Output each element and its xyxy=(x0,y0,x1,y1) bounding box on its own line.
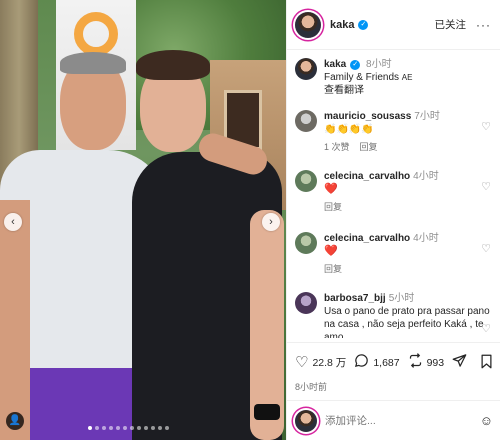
comment-count: 1,687 xyxy=(373,356,400,369)
author-username[interactable]: kaka xyxy=(330,19,354,31)
share-icon[interactable] xyxy=(452,353,467,372)
post-date: 8小时前 xyxy=(295,382,328,392)
carousel-dot[interactable] xyxy=(130,426,134,430)
carousel-dot[interactable] xyxy=(116,426,120,430)
add-comment-bar: ☺ xyxy=(287,400,500,440)
more-options-icon[interactable]: ··· xyxy=(476,18,491,32)
caption-username[interactable]: kaka xyxy=(324,59,346,70)
bookmark-icon[interactable] xyxy=(480,354,493,372)
comment-like-heart-icon[interactable]: ♡ xyxy=(481,322,491,335)
caption-flag: AE xyxy=(401,73,413,82)
heart-icon[interactable]: ♡ xyxy=(295,354,308,371)
carousel-dot[interactable] xyxy=(109,426,113,430)
like-count: 22.8 万 xyxy=(312,357,347,369)
comment-like-heart-icon[interactable]: ♡ xyxy=(481,242,491,255)
comment-likes[interactable]: 1 次赞 xyxy=(324,142,350,152)
add-comment-input[interactable] xyxy=(325,414,480,427)
comment-time: 5小时 xyxy=(388,293,415,304)
carousel-dot[interactable] xyxy=(144,426,148,430)
carousel-prev-button[interactable]: ‹ xyxy=(4,213,22,231)
comment-avatar[interactable] xyxy=(295,170,317,192)
viewer-avatar xyxy=(295,409,317,432)
comment-item: celecina_carvalho 4小时 ❤️ 回复 ♡ xyxy=(295,170,495,214)
person-left-hair xyxy=(60,52,126,74)
caption-avatar[interactable] xyxy=(295,58,317,80)
comment-text: ❤️ xyxy=(324,183,338,195)
comment-username[interactable]: celecina_carvalho xyxy=(324,171,410,182)
comments-list[interactable]: kaka ✓ 8小时 Family & Friends AE 查看翻译 mauri… xyxy=(287,50,500,338)
like-action[interactable]: ♡ 22.8 万 xyxy=(295,354,347,371)
verified-badge-icon: ✓ xyxy=(350,60,361,70)
carousel-dot[interactable] xyxy=(158,426,162,430)
comment-item: barbosa7_bjj 5小时 Usa o pano de prato pra … xyxy=(295,292,495,338)
carousel-dot[interactable] xyxy=(88,426,92,430)
carousel-dot[interactable] xyxy=(102,426,106,430)
carousel-dot[interactable] xyxy=(123,426,127,430)
emoji-icon[interactable]: ☺ xyxy=(480,413,493,428)
post-actions: ♡ 22.8 万 1,687 993 8小时前 xyxy=(287,342,500,393)
comment-icon[interactable] xyxy=(354,353,369,372)
carousel-dot[interactable] xyxy=(137,426,141,430)
repost-icon[interactable] xyxy=(408,353,423,372)
comment-avatar[interactable] xyxy=(295,110,317,132)
comment-text: ❤️ xyxy=(324,245,338,257)
post-panel: kaka ✓ 已关注 ··· kaka ✓ 8小时 Family & Friend… xyxy=(286,0,500,440)
author-avatar[interactable] xyxy=(295,11,321,38)
carousel-dot[interactable] xyxy=(95,426,99,430)
comment-action[interactable]: 1,687 xyxy=(354,353,400,372)
user-tag-icon[interactable]: 👤 xyxy=(6,412,24,430)
comment-username[interactable]: mauricio_sousass xyxy=(324,111,411,122)
post-photo[interactable]: ‹ › 👤 xyxy=(0,0,286,440)
comment-avatar[interactable] xyxy=(295,292,317,314)
carousel-next-button[interactable]: › xyxy=(262,213,280,231)
verified-badge-icon: ✓ xyxy=(358,19,369,30)
reply-button[interactable]: 回复 xyxy=(360,142,378,152)
banner-logo xyxy=(74,12,118,56)
caption: kaka ✓ 8小时 Family & Friends AE 查看翻译 xyxy=(295,58,495,97)
carousel-dots xyxy=(88,426,169,430)
comment-username[interactable]: celecina_carvalho xyxy=(324,233,410,244)
caption-time: 8小时 xyxy=(366,59,392,70)
carousel-dot[interactable] xyxy=(165,426,169,430)
person-right-hair xyxy=(136,50,210,80)
comment-item: celecina_carvalho 4小时 ❤️ 回复 ♡ xyxy=(295,232,495,276)
caption-text: Family & Friends xyxy=(324,72,400,83)
repost-action[interactable]: 993 xyxy=(408,353,445,372)
person-left-arm xyxy=(0,200,30,440)
post-header: kaka ✓ 已关注 ··· xyxy=(287,0,500,50)
reply-button[interactable]: 回复 xyxy=(324,202,342,212)
follow-status-button[interactable]: 已关注 xyxy=(435,17,467,32)
comment-time: 4小时 xyxy=(413,171,439,182)
comment-text: 👏👏👏👏 xyxy=(324,124,374,135)
comment-username[interactable]: barbosa7_bjj xyxy=(324,293,386,304)
comment-time: 4小时 xyxy=(413,233,439,244)
carousel-dot[interactable] xyxy=(151,426,155,430)
comment-item: mauricio_sousass 7小时 👏👏👏👏 1 次赞 回复 ♡ xyxy=(295,110,495,154)
comment-like-heart-icon[interactable]: ♡ xyxy=(481,180,491,193)
wristwatch xyxy=(254,404,280,420)
comment-like-heart-icon[interactable]: ♡ xyxy=(481,120,491,133)
reply-button[interactable]: 回复 xyxy=(324,264,342,274)
translate-link[interactable]: 查看翻译 xyxy=(324,84,495,97)
comment-avatar[interactable] xyxy=(295,232,317,254)
repost-count: 993 xyxy=(426,356,445,369)
comment-text: Usa o pano de prato pra passar pano na c… xyxy=(324,306,490,338)
comment-time: 7小时 xyxy=(414,111,440,122)
